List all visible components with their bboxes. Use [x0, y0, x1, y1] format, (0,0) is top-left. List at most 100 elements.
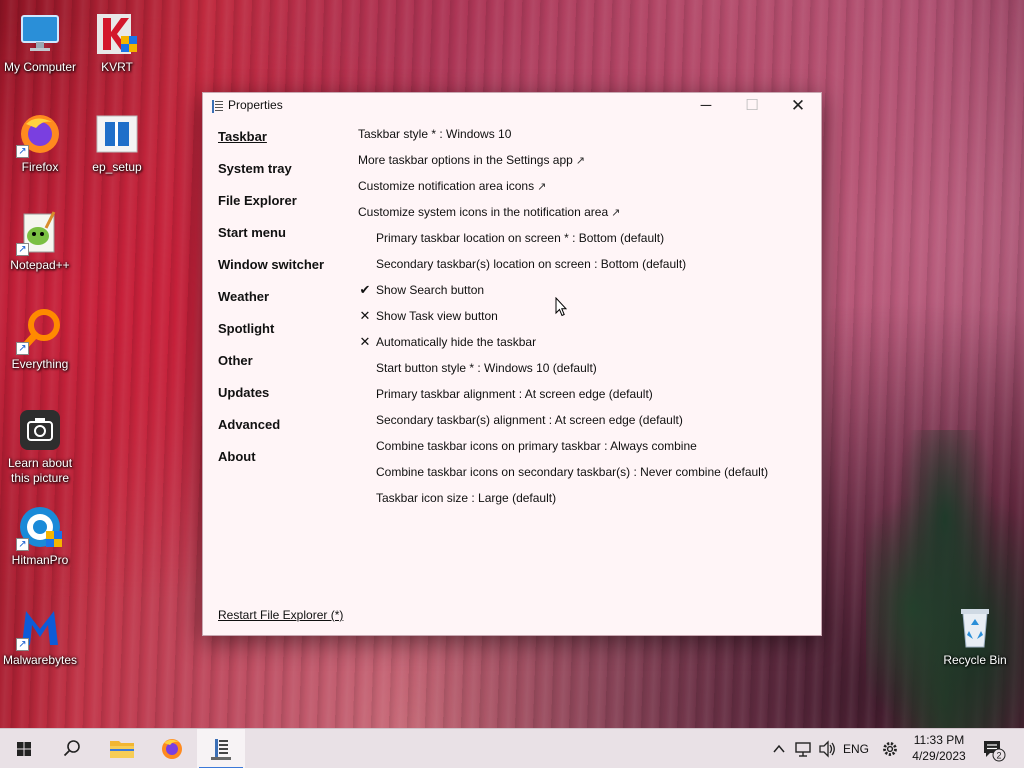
desktop-icon-ep-setup[interactable]: ep_setup	[77, 110, 157, 175]
desktop-icon-firefox[interactable]: ↗ Firefox	[0, 110, 80, 175]
search-button[interactable]	[48, 729, 96, 768]
speaker-icon	[819, 740, 835, 758]
nav-item-about[interactable]: About	[218, 449, 256, 464]
notification-count: 2	[996, 751, 1001, 761]
tray-overflow-button[interactable]	[768, 729, 790, 768]
nav-item-taskbar[interactable]: Taskbar	[218, 129, 267, 144]
windows-logo-icon	[17, 742, 31, 756]
option-icon-size[interactable]: Taskbar icon size : Large (default)	[376, 490, 556, 506]
option-label: Secondary taskbar(s) alignment : At scre…	[376, 413, 683, 427]
nav-item-other[interactable]: Other	[218, 353, 253, 368]
nav-item-window-switcher[interactable]: Window switcher	[218, 257, 324, 272]
option-label: Combine taskbar icons on primary taskbar…	[376, 439, 697, 453]
shortcut-arrow-icon: ↗	[16, 638, 29, 651]
mouse-cursor-icon	[555, 296, 568, 322]
start-button[interactable]	[0, 729, 48, 768]
minimize-button[interactable]: ─	[683, 93, 729, 119]
window-title: Properties	[228, 98, 283, 112]
wallpaper-tree	[866, 430, 1024, 728]
nav-item-updates[interactable]: Updates	[218, 385, 269, 400]
nav-item-system-tray[interactable]: System tray	[218, 161, 292, 176]
link-taskbar-settings[interactable]: More taskbar options in the Settings app…	[358, 152, 585, 168]
network-icon	[795, 742, 811, 757]
link-system-icons[interactable]: Customize system icons in the notificati…	[358, 204, 620, 220]
notification-center-button[interactable]: 2	[978, 729, 1010, 768]
taskbar: ENG 11:33 PM 4/29/2023 2	[0, 728, 1024, 768]
volume-button[interactable]	[816, 729, 838, 768]
monitor-icon	[16, 10, 64, 58]
properties-window: Properties ─ ☐ ✕ Taskbar System tray Fil…	[202, 92, 822, 636]
option-label: Secondary taskbar(s) location on screen …	[376, 257, 687, 271]
malwarebytes-icon: ↗	[16, 603, 64, 651]
desktop-icon-label: KVRT	[101, 60, 133, 74]
maximize-button[interactable]: ☐	[729, 93, 775, 119]
desktop-icon-recycle-bin[interactable]: Recycle Bin	[935, 603, 1015, 668]
installer-icon	[93, 110, 141, 158]
desktop-icon-label: Recycle Bin	[943, 653, 1007, 667]
shortcut-arrow-icon: ↗	[16, 538, 29, 551]
option-label: Show Search button	[376, 283, 485, 297]
nav-item-weather[interactable]: Weather	[218, 289, 269, 304]
check-icon: ✔	[359, 282, 371, 297]
option-primary-location[interactable]: Primary taskbar location on screen * : B…	[376, 230, 664, 246]
recycle-bin-icon	[951, 603, 999, 651]
cross-icon: ✕	[359, 334, 371, 349]
app-icon	[212, 100, 223, 113]
option-label: Combine taskbar icons on secondary taskb…	[376, 465, 769, 479]
option-label: Customize notification area icons	[358, 179, 535, 193]
taskbar-properties-app[interactable]	[197, 729, 245, 768]
desktop-icon-hitmanpro[interactable]: ↗ HitmanPro	[0, 503, 80, 568]
desktop-icon-notepadpp[interactable]: ↗ Notepad++	[0, 208, 80, 273]
nav-item-advanced[interactable]: Advanced	[218, 417, 280, 432]
network-button[interactable]	[792, 729, 814, 768]
shortcut-arrow-icon: ↗	[16, 145, 29, 158]
desktop-icon-my-computer[interactable]: My Computer	[0, 10, 80, 75]
desktop-icon-malwarebytes[interactable]: ↗ Malwarebytes	[0, 603, 80, 668]
clock-date: 4/29/2023	[912, 749, 966, 763]
external-link-icon: ↗	[537, 181, 547, 193]
gear-icon	[883, 742, 897, 756]
link-notification-area-icons[interactable]: Customize notification area icons ↗	[358, 178, 546, 194]
desktop-icon-kvrt[interactable]: KVRT	[77, 10, 157, 75]
option-start-button-style[interactable]: Start button style * : Windows 10 (defau…	[376, 360, 597, 376]
option-label: Primary taskbar alignment : At screen ed…	[376, 387, 653, 401]
title-bar[interactable]: Properties ─ ☐ ✕	[203, 93, 821, 119]
close-button[interactable]: ✕	[775, 93, 821, 119]
desktop-icon-everything[interactable]: ↗ Everything	[0, 307, 80, 372]
toggle-auto-hide-taskbar[interactable]: ✕ Automatically hide the taskbar	[360, 334, 537, 350]
nav-item-start-menu[interactable]: Start menu	[218, 225, 286, 240]
toggle-show-search-button[interactable]: ✔ Show Search button	[360, 282, 485, 298]
clock-time: 11:33 PM	[913, 733, 965, 747]
cross-icon: ✕	[359, 308, 371, 323]
everything-search-icon: ↗	[16, 307, 64, 355]
taskbar-file-explorer[interactable]	[98, 729, 146, 768]
option-taskbar-style[interactable]: Taskbar style * : Windows 10	[358, 126, 511, 142]
option-secondary-alignment[interactable]: Secondary taskbar(s) alignment : At scre…	[376, 412, 683, 428]
shortcut-arrow-icon: ↗	[16, 243, 29, 256]
settings-button[interactable]	[878, 729, 902, 768]
hitmanpro-icon: ↗	[16, 503, 64, 551]
desktop-icon-label: HitmanPro	[11, 553, 69, 567]
toggle-show-task-view-button[interactable]: ✕ Show Task view button	[360, 308, 498, 324]
option-combine-primary[interactable]: Combine taskbar icons on primary taskbar…	[376, 438, 697, 454]
desktop-icon-label: Firefox	[21, 160, 59, 174]
option-combine-secondary[interactable]: Combine taskbar icons on secondary taskb…	[376, 464, 768, 480]
nav-item-spotlight[interactable]: Spotlight	[218, 321, 274, 336]
properties-app-icon	[211, 739, 231, 760]
restart-file-explorer-link[interactable]: Restart File Explorer (*)	[218, 608, 343, 622]
chevron-up-icon	[773, 744, 785, 753]
desktop-icon-label: Learn about this picture	[7, 456, 73, 485]
input-language-button[interactable]: ENG	[840, 729, 872, 768]
option-label: Automatically hide the taskbar	[376, 335, 537, 349]
nav-item-file-explorer[interactable]: File Explorer	[218, 193, 297, 208]
option-secondary-location[interactable]: Secondary taskbar(s) location on screen …	[376, 256, 686, 272]
desktop-icon-label: Notepad++	[10, 258, 70, 272]
option-label: Taskbar style * : Windows 10	[358, 127, 512, 141]
clock[interactable]: 11:33 PM 4/29/2023	[905, 732, 973, 764]
taskbar-firefox[interactable]	[148, 729, 196, 768]
desktop-icon-label: My Computer	[3, 60, 77, 74]
firefox-icon	[162, 739, 182, 759]
option-primary-alignment[interactable]: Primary taskbar alignment : At screen ed…	[376, 386, 653, 402]
option-label: Start button style * : Windows 10 (defau…	[376, 361, 597, 375]
desktop-icon-learn-about-picture[interactable]: Learn about this picture	[0, 406, 80, 486]
